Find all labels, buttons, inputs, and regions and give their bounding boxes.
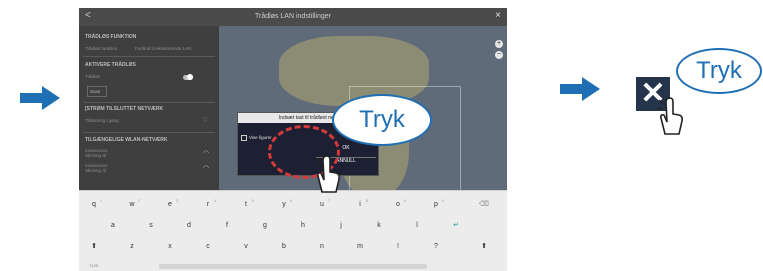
- key-h[interactable]: h: [296, 220, 310, 232]
- arrow-head: [42, 86, 60, 110]
- checkbox-icon: [241, 135, 247, 141]
- divider: [83, 102, 215, 103]
- section-available-networks: TILGÆNGELIGE WLAN-NETVÆRK: [85, 137, 168, 143]
- zoom-out-button[interactable]: −: [495, 51, 503, 59]
- key-l[interactable]: l: [410, 220, 424, 232]
- wireless-label: Trådløs: [85, 74, 101, 79]
- key-w[interactable]: w2: [125, 199, 140, 211]
- wireless-row: Trådløs: [85, 74, 213, 79]
- screen-title: Trådløs LAN indstillinger: [255, 13, 331, 20]
- connected-row: Tilslutning i gang: [85, 118, 213, 123]
- key-k[interactable]: k: [372, 220, 386, 232]
- arrow-right-icon: [20, 86, 60, 110]
- section-activate-wireless: AKTIVERE TRÅDLØS: [85, 62, 136, 68]
- key-j[interactable]: j: [334, 220, 348, 232]
- tap-hand-icon: [313, 155, 340, 193]
- scan-button[interactable]: Scan: [87, 86, 107, 97]
- key-s[interactable]: s: [144, 220, 158, 232]
- shift-key[interactable]: ⬆: [87, 241, 101, 253]
- key-f[interactable]: f: [220, 220, 234, 232]
- wifi-icon: ◠: [203, 150, 210, 157]
- tap-callout: Tryk: [332, 94, 432, 146]
- key-a[interactable]: a: [106, 220, 120, 232]
- key-u[interactable]: u7: [315, 199, 330, 211]
- settings-panel: TRÅDLØS FUNKTION Trådløs funktion Forbin…: [79, 26, 219, 199]
- zoom-in-button[interactable]: +: [495, 40, 503, 48]
- key-question[interactable]: ?: [429, 241, 443, 253]
- network-signal: Skriving af: [85, 168, 107, 173]
- key-v[interactable]: v: [239, 241, 253, 253]
- enter-key[interactable]: ↵: [449, 220, 463, 232]
- title-bar: < Trådløs LAN indstillinger ×: [79, 8, 507, 26]
- connected-status: Tilslutning i gang: [85, 118, 119, 123]
- tap-hand-icon: [656, 97, 683, 135]
- function-value: Forbind til eksisterende LAN: [135, 46, 192, 51]
- divider: [83, 56, 215, 57]
- divider: [83, 132, 215, 133]
- close-icon[interactable]: ×: [495, 11, 501, 21]
- wifi-icon: ◠: [203, 165, 210, 172]
- arrow-shaft: [560, 84, 584, 94]
- key-q[interactable]: q1: [87, 199, 102, 211]
- arrow-right-icon: [560, 77, 600, 101]
- tap-callout: Tryk: [676, 48, 762, 94]
- arrow-head: [582, 77, 600, 101]
- key-e[interactable]: e3: [163, 199, 178, 211]
- key-x[interactable]: x: [163, 241, 177, 253]
- key-g[interactable]: g: [258, 220, 272, 232]
- function-label: Trådløs funktion: [85, 46, 118, 51]
- numbers-key[interactable]: ?123: [89, 263, 98, 268]
- shift-key-right[interactable]: ⬆: [477, 241, 491, 253]
- key-i[interactable]: i8: [353, 199, 368, 211]
- key-exclamation[interactable]: !: [391, 241, 405, 253]
- show-characters-checkbox[interactable]: Vise figurer: [241, 135, 272, 141]
- network-signal: Skriving af: [85, 153, 107, 158]
- loading-icon: ◌: [203, 116, 208, 123]
- key-b[interactable]: b: [277, 241, 291, 253]
- on-screen-keyboard: q1 w2 e3 r4 t5 y6 u7 i8 o9 p0 ⌫ a s d f …: [79, 190, 507, 271]
- scan-label: Scan: [90, 89, 101, 94]
- arrow-shaft: [20, 93, 44, 103]
- space-bar[interactable]: [159, 264, 427, 269]
- network-item[interactable]: xxxxxxxxxx Skriving af: [85, 148, 213, 158]
- show-characters-label: Vise figurer: [249, 135, 272, 141]
- function-row[interactable]: Trådløs funktion Forbind til eksisterend…: [85, 46, 213, 51]
- key-y[interactable]: y6: [277, 199, 292, 211]
- backspace-key[interactable]: ⌫: [477, 199, 491, 211]
- section-connected-network: [STRØM TILSLUTTET NETVÆRK: [85, 106, 164, 112]
- key-t[interactable]: t5: [239, 199, 254, 211]
- wireless-toggle[interactable]: [183, 74, 193, 80]
- key-d[interactable]: d: [182, 220, 196, 232]
- key-p[interactable]: p0: [429, 199, 444, 211]
- key-n[interactable]: n: [315, 241, 329, 253]
- key-m[interactable]: m: [353, 241, 367, 253]
- key-c[interactable]: c: [201, 241, 215, 253]
- key-r[interactable]: r4: [201, 199, 216, 211]
- key-o[interactable]: o9: [391, 199, 406, 211]
- network-item[interactable]: xxxxxxxxxx Skriving af: [85, 163, 213, 173]
- key-z[interactable]: z: [125, 241, 139, 253]
- section-wireless-function: TRÅDLØS FUNKTION: [85, 34, 137, 40]
